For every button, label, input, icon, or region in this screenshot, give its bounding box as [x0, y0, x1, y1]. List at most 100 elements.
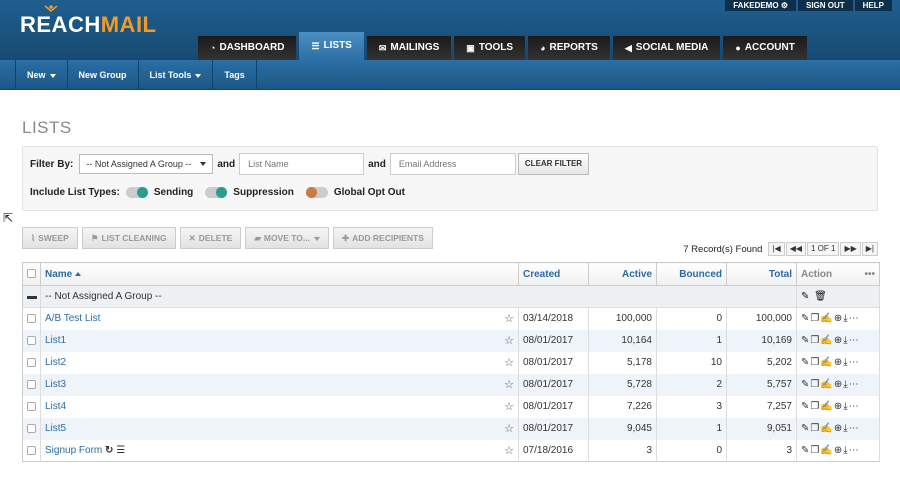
row-checkbox[interactable] — [27, 445, 36, 455]
star-icon[interactable]: ☆ — [504, 334, 514, 347]
copy-icon[interactable]: ❐ — [810, 357, 820, 368]
account-menu[interactable]: FAKEDEMO ⚙ — [725, 0, 796, 11]
copy-icon[interactable]: ❐ — [810, 379, 820, 390]
star-icon[interactable]: ☆ — [504, 400, 514, 413]
list-name-link[interactable]: List4 — [45, 401, 66, 412]
col-total[interactable]: Total — [726, 262, 797, 286]
edit-icon[interactable]: ✍ — [820, 445, 833, 456]
reachmail-logo[interactable]: REACHMAIL — [20, 5, 157, 38]
copy-icon[interactable]: ❐ — [810, 313, 820, 324]
last-page-button[interactable]: ▶| — [861, 242, 878, 256]
select-all-checkbox[interactable] — [27, 269, 36, 279]
tab-mailings[interactable]: ✉ MAILINGS — [366, 36, 452, 60]
more-icon[interactable]: ⋯ — [849, 401, 860, 412]
delete-button[interactable]: ✕ DELETE — [179, 227, 242, 249]
more-icon[interactable]: ⋯ — [849, 335, 860, 346]
star-icon[interactable]: ☆ — [504, 312, 514, 325]
clear-filter-button[interactable]: CLEAR FILTER — [517, 153, 590, 175]
add-icon[interactable]: ⊕ — [834, 445, 843, 456]
tags-link[interactable]: Tags — [213, 60, 257, 90]
edit-icon[interactable]: ✍ — [820, 379, 833, 390]
tab-account[interactable]: ● ACCOUNT — [723, 36, 807, 60]
new-menu[interactable]: New — [16, 60, 68, 90]
edit-icon[interactable]: ✍ — [820, 401, 833, 412]
pencil-icon[interactable]: ✎ — [801, 379, 810, 390]
move-to-button[interactable]: ▰ MOVE TO... — [245, 227, 329, 249]
copy-icon[interactable]: ❐ — [810, 401, 820, 412]
list-name-link[interactable]: List3 — [45, 379, 66, 390]
sign-out-link[interactable]: SIGN OUT — [797, 0, 853, 11]
more-icon[interactable]: ⋯ — [849, 423, 860, 434]
add-icon[interactable]: ⊕ — [834, 379, 843, 390]
row-checkbox[interactable] — [27, 314, 36, 324]
list-name-input[interactable] — [239, 153, 365, 175]
pencil-icon[interactable]: ✎ — [801, 357, 810, 368]
tab-reports[interactable]: ◕ REPORTS — [528, 36, 610, 60]
more-icon[interactable]: ⋯ — [849, 445, 860, 456]
edit-icon[interactable]: ✍ — [820, 313, 833, 324]
group-select[interactable]: -- Not Assigned A Group -- — [79, 154, 214, 174]
edit-icon[interactable]: ✍ — [820, 357, 833, 368]
copy-icon[interactable]: ❐ — [810, 423, 820, 434]
row-checkbox[interactable] — [27, 335, 36, 345]
copy-icon[interactable]: ❐ — [810, 335, 820, 346]
sweep-button[interactable]: ⌇ SWEEP — [22, 227, 78, 249]
active-cell: 7,226 — [588, 395, 657, 418]
list-cleaning-button[interactable]: ⚑ LIST CLEANING — [81, 227, 176, 249]
list-name-link[interactable]: A/B Test List — [45, 313, 100, 324]
star-icon[interactable]: ☆ — [504, 378, 514, 391]
suppression-toggle[interactable] — [205, 187, 228, 198]
page-title: LISTS — [22, 118, 72, 137]
first-page-button[interactable]: |◀ — [768, 242, 785, 256]
pencil-icon[interactable]: ✎ — [801, 401, 810, 412]
more-icon[interactable]: ⋯ — [849, 379, 860, 390]
next-page-button[interactable]: ▶▶ — [840, 242, 861, 256]
col-bounced[interactable]: Bounced — [656, 262, 727, 286]
row-checkbox[interactable] — [27, 357, 36, 367]
row-checkbox[interactable] — [27, 379, 36, 389]
pencil-icon[interactable]: ✎ — [801, 445, 810, 456]
refresh-icon[interactable]: ↻ — [105, 445, 113, 456]
col-created[interactable]: Created — [518, 262, 589, 286]
pencil-icon[interactable]: ✎ — [801, 423, 810, 434]
list-name-link[interactable]: List5 — [45, 423, 66, 434]
help-link[interactable]: HELP — [854, 0, 892, 11]
tab-tools[interactable]: ▣ TOOLS — [454, 36, 526, 60]
more-icon[interactable]: ••• — [864, 269, 875, 280]
list-icon[interactable]: ☰ — [116, 445, 125, 456]
star-icon[interactable]: ☆ — [504, 444, 514, 457]
tab-social-media[interactable]: ◀ SOCIAL MEDIA — [612, 36, 721, 60]
more-icon[interactable]: ⋯ — [849, 357, 860, 368]
list-name-link[interactable]: List2 — [45, 357, 66, 368]
prev-page-button[interactable]: ◀◀ — [785, 242, 806, 256]
list-tools-menu[interactable]: List Tools — [139, 60, 214, 90]
add-icon[interactable]: ⊕ — [834, 335, 843, 346]
list-name-link[interactable]: List1 — [45, 335, 66, 346]
pencil-icon[interactable]: ✎ — [801, 335, 810, 346]
more-icon[interactable]: ⋯ — [849, 313, 860, 324]
new-group-link[interactable]: New Group — [68, 60, 139, 90]
email-address-input[interactable] — [389, 153, 516, 175]
add-icon[interactable]: ⊕ — [834, 357, 843, 368]
tab-lists[interactable]: ☰ LISTS — [299, 32, 364, 60]
add-icon[interactable]: ⊕ — [834, 313, 843, 324]
pencil-icon[interactable]: ✎ — [801, 313, 810, 324]
star-icon[interactable]: ☆ — [504, 422, 514, 435]
add-recipients-button[interactable]: ✚ ADD RECIPIENTS — [333, 227, 433, 249]
add-icon[interactable]: ⊕ — [834, 401, 843, 412]
row-checkbox[interactable] — [27, 401, 36, 411]
tab-dashboard[interactable]: ◔ DASHBOARD — [198, 36, 297, 60]
edit-icon[interactable]: ✍ — [820, 423, 833, 434]
list-name-link[interactable]: Signup Form — [45, 445, 102, 456]
edit-icon[interactable]: ✎ — [801, 291, 810, 302]
star-icon[interactable]: ☆ — [504, 356, 514, 369]
edit-icon[interactable]: ✍ — [820, 335, 833, 346]
trash-icon[interactable]: 🗑 — [814, 291, 828, 302]
sending-toggle[interactable] — [125, 187, 148, 198]
col-active[interactable]: Active — [588, 262, 657, 286]
add-icon[interactable]: ⊕ — [834, 423, 843, 434]
row-checkbox[interactable] — [27, 423, 36, 433]
global-opt-out-toggle[interactable] — [305, 187, 328, 198]
copy-icon[interactable]: ❐ — [810, 445, 820, 456]
col-name[interactable]: Name — [40, 262, 519, 286]
